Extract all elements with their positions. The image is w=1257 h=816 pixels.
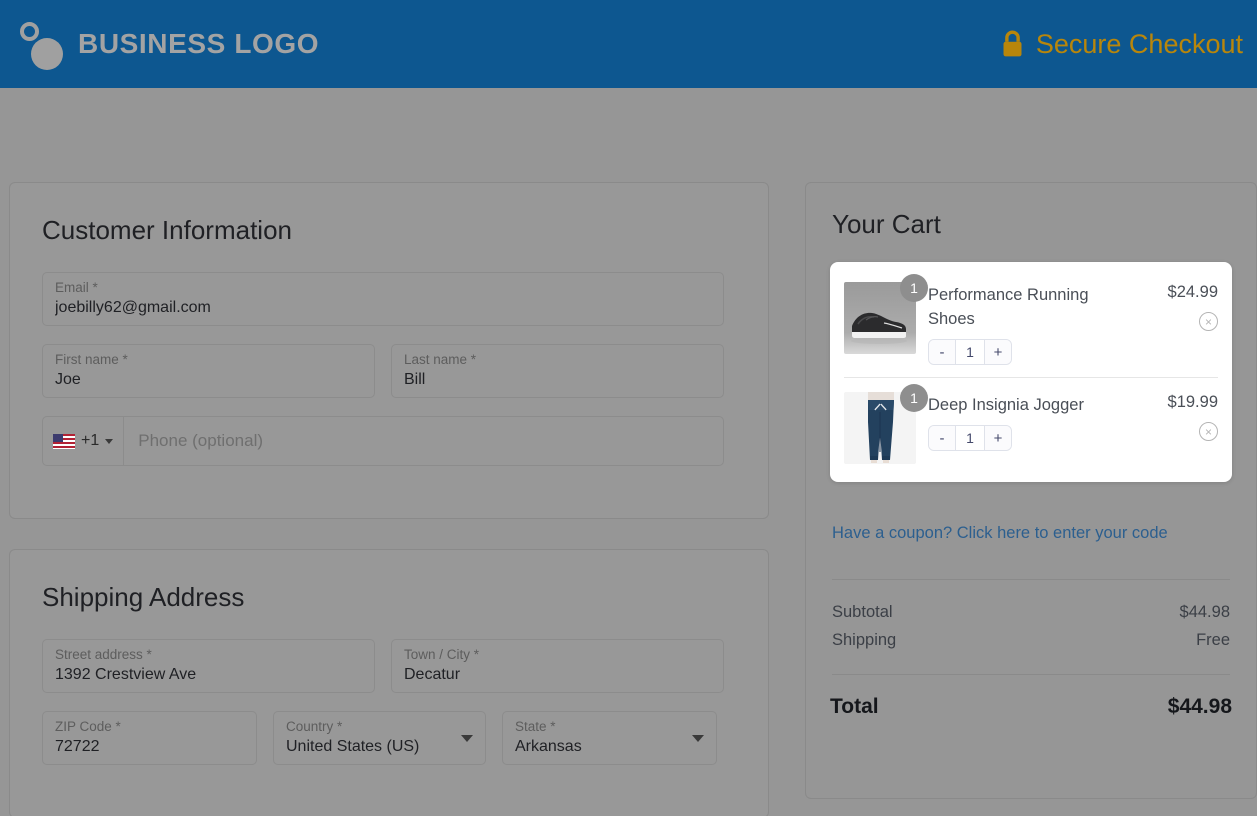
cart-item-details: Performance Running Shoes - 1 + — [928, 282, 1136, 365]
item-quantity-badge: 1 — [900, 274, 928, 302]
cart-panel: Your Cart 1 Performance Running Shoes - … — [805, 182, 1257, 799]
street-address-value: 1392 Crestview Ave — [55, 666, 197, 683]
order-totals: Subtotal $44.98 Shipping Free — [832, 598, 1230, 654]
shipping-row: Shipping Free — [832, 626, 1230, 654]
subtotal-label: Subtotal — [832, 603, 893, 621]
subtotal-row: Subtotal $44.98 — [832, 598, 1230, 626]
site-header: BUSINESS LOGO Secure Checkout — [0, 0, 1257, 88]
cart-title: Your Cart — [832, 209, 941, 239]
cart-summary-column: Your Cart 1 Performance Running Shoes - … — [805, 182, 1257, 799]
checkout-forms-column: Customer Information Email * joebilly62@… — [9, 182, 769, 816]
quantity-value[interactable]: 1 — [955, 340, 985, 364]
email-value: joebilly62@gmail.com — [55, 299, 211, 316]
quantity-value[interactable]: 1 — [955, 426, 985, 450]
cart-item-details: Deep Insignia Jogger - 1 + — [928, 392, 1136, 451]
thumbnail-wrapper: 1 — [844, 384, 928, 464]
logo-ring-shape — [20, 22, 39, 41]
totals-divider-top — [832, 579, 1230, 580]
brand-name: BUSINESS LOGO — [78, 28, 320, 59]
city-field[interactable]: Town / City * Decatur — [391, 639, 724, 693]
country-select[interactable]: Country * United States (US) — [273, 711, 486, 765]
phone-row: +1 Phone (optional) — [42, 416, 736, 466]
cart-item: 1 Performance Running Shoes - 1 + $24.99… — [844, 268, 1218, 377]
shipping-label: Shipping — [832, 631, 897, 649]
state-label: State * — [515, 719, 556, 734]
state-value: Arkansas — [515, 738, 582, 755]
city-value: Decatur — [404, 666, 461, 683]
last-name-field[interactable]: Last name * Bill — [391, 344, 724, 398]
increment-quantity-button[interactable]: + — [985, 340, 1011, 364]
cart-item-price: $24.99 — [1167, 283, 1218, 301]
email-label: Email * — [55, 280, 98, 295]
chevron-down-icon — [692, 735, 704, 742]
quantity-stepper[interactable]: - 1 + — [928, 339, 1012, 365]
cart-item-actions: $24.99 × — [1148, 282, 1218, 331]
cart-item: 1 Deep Insignia Jogger - 1 + $19.99 × — [844, 377, 1218, 476]
email-row: Email * joebilly62@gmail.com — [42, 272, 736, 326]
phone-field[interactable]: +1 Phone (optional) — [42, 416, 724, 466]
customer-information-title: Customer Information — [42, 215, 292, 245]
phone-country-selector[interactable]: +1 — [43, 417, 125, 465]
zip-code-field[interactable]: ZIP Code * 72722 — [42, 711, 257, 765]
decrement-quantity-button[interactable]: - — [929, 426, 955, 450]
customer-information-card: Customer Information Email * joebilly62@… — [9, 182, 769, 519]
chevron-down-icon — [461, 735, 473, 742]
zip-country-state-row: ZIP Code * 72722 Country * United States… — [42, 711, 736, 765]
us-flag-icon — [53, 433, 75, 449]
cart-item-price: $19.99 — [1167, 393, 1218, 411]
decrement-quantity-button[interactable]: - — [929, 340, 955, 364]
first-name-label: First name * — [55, 352, 128, 367]
phone-dial-code: +1 — [81, 432, 100, 449]
increment-quantity-button[interactable]: + — [985, 426, 1011, 450]
last-name-label: Last name * — [404, 352, 477, 367]
total-label: Total — [830, 695, 879, 718]
lock-icon — [1003, 30, 1022, 57]
street-address-label: Street address * — [55, 647, 152, 662]
zip-code-value: 72722 — [55, 738, 100, 755]
first-name-value: Joe — [55, 371, 81, 388]
shipping-value: Free — [1196, 631, 1230, 649]
secure-checkout-indicator: Secure Checkout — [999, 29, 1243, 60]
last-name-value: Bill — [404, 371, 426, 388]
cart-item-actions: $19.99 × — [1148, 392, 1218, 441]
item-quantity-badge: 1 — [900, 384, 928, 412]
quantity-stepper[interactable]: - 1 + — [928, 425, 1012, 451]
street-address-field[interactable]: Street address * 1392 Crestview Ave — [42, 639, 375, 693]
first-name-field[interactable]: First name * Joe — [42, 344, 375, 398]
grand-total-row: Total $44.98 — [830, 695, 1232, 719]
cart-item-name: Performance Running Shoes — [928, 286, 1089, 328]
brand[interactable]: BUSINESS LOGO — [14, 18, 319, 70]
cart-items-list: 1 Performance Running Shoes - 1 + $24.99… — [830, 262, 1232, 482]
email-field[interactable]: Email * joebilly62@gmail.com — [42, 272, 724, 326]
remove-item-button[interactable]: × — [1199, 312, 1218, 331]
cart-item-name: Deep Insignia Jogger — [928, 396, 1084, 414]
secure-checkout-label: Secure Checkout — [1035, 28, 1243, 59]
logo-dot-shape — [31, 38, 63, 70]
street-city-row: Street address * 1392 Crestview Ave Town… — [42, 639, 736, 693]
country-value: United States (US) — [286, 738, 420, 755]
zip-code-label: ZIP Code * — [55, 719, 121, 734]
total-value: $44.98 — [1167, 695, 1232, 718]
shipping-address-card: Shipping Address Street address * 1392 C… — [9, 549, 769, 816]
country-label: Country * — [286, 719, 343, 734]
coupon-link[interactable]: Have a coupon? Click here to enter your … — [832, 524, 1230, 543]
subtotal-value: $44.98 — [1179, 603, 1230, 621]
chevron-down-icon — [105, 438, 114, 444]
remove-item-button[interactable]: × — [1199, 422, 1218, 441]
thumbnail-wrapper: 1 — [844, 274, 928, 354]
totals-divider-bottom — [832, 674, 1230, 675]
phone-input[interactable]: Phone (optional) — [124, 417, 723, 465]
state-select[interactable]: State * Arkansas — [502, 711, 717, 765]
business-logo-icon — [14, 18, 64, 70]
name-row: First name * Joe Last name * Bill — [42, 344, 736, 398]
shipping-address-title: Shipping Address — [42, 582, 245, 612]
checkout-page: Customer Information Email * joebilly62@… — [0, 88, 1257, 816]
city-label: Town / City * — [404, 647, 480, 662]
